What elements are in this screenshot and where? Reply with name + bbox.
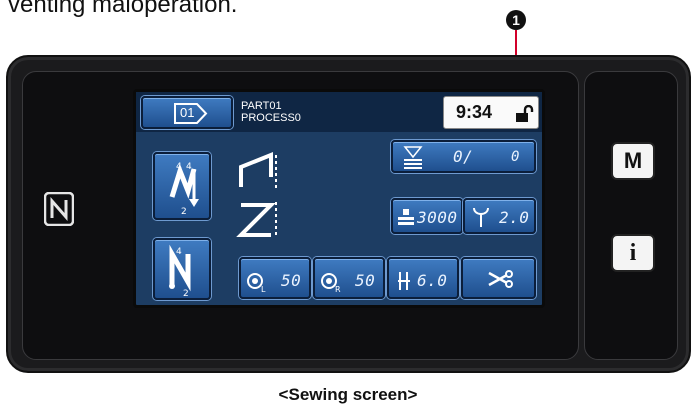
reverse-end-count-top: 4 — [176, 247, 182, 257]
counter-value: 0/ — [453, 147, 474, 166]
nfc-icon — [44, 192, 74, 226]
stitch-length-button[interactable]: 2.0 — [463, 198, 536, 234]
reverse-start-count-bottom: 2 — [181, 207, 187, 217]
thread-trim-button[interactable] — [461, 257, 536, 299]
reverse-start-count-top: 4 — [176, 162, 182, 172]
reverse-end-count-bottom: 2 — [183, 289, 189, 298]
stitch-length-icon — [473, 207, 489, 227]
bobbin-counter-icon — [403, 146, 423, 169]
svg-text:4: 4 — [186, 162, 192, 172]
speed-value: 3000 — [417, 208, 458, 227]
reverse-stitch-start-button[interactable]: 4 4 2 — [153, 152, 211, 220]
part-process-label: PART01 PROCESS0 — [241, 100, 301, 124]
scissors-icon — [488, 270, 513, 288]
thread-tension-right-button[interactable]: R 50 — [313, 257, 385, 299]
presser-foot-icon — [398, 272, 410, 290]
pattern-number-button[interactable]: 01 — [141, 96, 233, 129]
clock-box[interactable]: 9:34 — [443, 96, 539, 129]
reverse-stitch-end-button[interactable]: 4 2 — [153, 238, 211, 300]
info-button[interactable]: i — [611, 234, 655, 272]
stitch-length-value: 2.0 — [499, 208, 530, 227]
tension-left-value: 50 — [281, 271, 302, 290]
part-line2: PROCESS0 — [241, 112, 301, 124]
lock-open-icon — [516, 105, 534, 122]
thread-tension-left-button[interactable]: L 50 — [239, 257, 311, 299]
presser-height-button[interactable]: 6.0 — [387, 257, 459, 299]
callout-marker: 1 — [506, 10, 526, 30]
clock-time: 9:34 — [456, 102, 493, 122]
reverse-stitch-end-icon: 4 2 — [169, 244, 191, 298]
menu-button[interactable]: M — [611, 142, 655, 180]
bottom-caption: <Sewing screen> — [278, 385, 418, 404]
part-line1: PART01 — [241, 100, 282, 112]
bobbin-counter-button[interactable]: 0/ 0 — [391, 140, 536, 173]
pattern-number: 01 — [180, 105, 195, 120]
presser-height-value: 6.0 — [417, 271, 448, 290]
needle-speed-icon — [398, 209, 414, 225]
reverse-stitch-start-icon: 4 4 2 — [169, 162, 199, 217]
stitch-pattern-display — [236, 152, 277, 237]
top-caption: venting maloperation. — [8, 0, 238, 18]
tension-left-label: L — [261, 285, 266, 294]
lcd-screen: 01 PART01 PROCESS0 9:34 4 4 2 4 2 0/ 0 3… — [133, 89, 545, 308]
tension-right-value: 50 — [355, 271, 376, 290]
counter-sub-value: 0 — [511, 149, 520, 165]
sewing-speed-button[interactable]: 3000 — [391, 198, 463, 234]
tension-right-label: R — [335, 285, 341, 294]
side-panel: M i — [584, 71, 678, 360]
